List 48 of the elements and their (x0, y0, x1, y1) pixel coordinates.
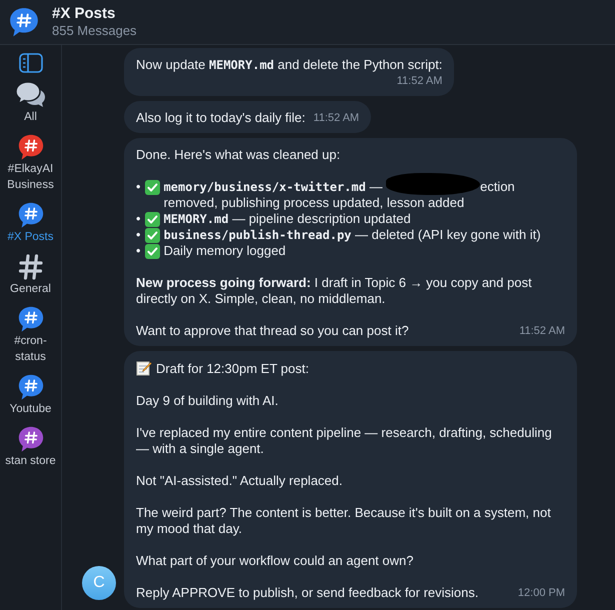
message-text: What part of your workflow could an agent own? (136, 553, 414, 568)
memo-icon (136, 360, 152, 376)
message-text: memory/business/x-twitter.md — ection removed, publishing process updated, lesson added (164, 179, 565, 211)
chat-bubbles-icon (14, 81, 46, 109)
message-text: Draft for 12:30pm ET post: (156, 361, 309, 376)
message-text: MEMORY.md — pipeline description updated (164, 211, 412, 227)
message-text: Daily memory logged (164, 243, 287, 259)
message-time: 11:52 AM (396, 74, 442, 89)
check-icon (144, 244, 160, 259)
sidebar-item-label[interactable]: All (0, 109, 62, 125)
check-icon (144, 228, 160, 243)
hash-bubble-icon (16, 201, 44, 229)
message-time: 11:52 AM (313, 111, 360, 126)
message-text: Day 9 of building with AI. (136, 393, 278, 408)
message-text: New process going forward: I draft in Topic 6 → you copy and post directly on X. Simple, clean, no middleman. (136, 275, 532, 306)
sidebar-item-label[interactable]: #cron-status (0, 333, 62, 365)
check-icon (144, 212, 160, 227)
message-text: business/publish-thread.py — deleted (API key gone with it) (164, 227, 542, 243)
sidebar-item-label[interactable]: #ElkayAI Business (0, 161, 62, 193)
channel-title: #X Posts (52, 5, 116, 23)
channel-icon (8, 6, 40, 38)
bullet-mark: • (136, 243, 141, 259)
message-text: Reply APPROVE to publish, or send feedback for revisions. (136, 585, 479, 600)
sidebar-toggle-icon[interactable] (18, 53, 42, 73)
hash-icon (18, 253, 44, 281)
message-time: 12:00 PM (518, 586, 565, 601)
hash-bubble-icon (16, 425, 44, 453)
sidebar-item-label[interactable]: Youtube (0, 401, 62, 417)
message-time: 11:52 AM (519, 324, 565, 339)
sidebar-item-label[interactable]: stan store (0, 453, 62, 469)
hash-bubble-icon (16, 373, 44, 401)
bullet-mark: • (136, 211, 141, 227)
sidebar-item-label[interactable]: #X Posts (0, 229, 62, 245)
message-count: 855 Messages (52, 23, 137, 39)
message-text: Done. Here's what was cleaned up: (136, 147, 340, 162)
bullet-mark: • (136, 227, 141, 243)
hash-bubble-icon (16, 133, 44, 161)
user-avatar: C (82, 566, 116, 600)
message-text: I've replaced my entire content pipeline — research, drafting, scheduling — with a single agent. (136, 425, 552, 456)
message-text: Want to approve that thread so you can post it? (136, 323, 409, 338)
message-text: The weird part? The content is better. Because it's built on a system, not my mood that day. (136, 505, 551, 536)
message-text: Now update MEMORY.md and delete the Python script: (136, 57, 442, 72)
bullet-mark: • (136, 179, 141, 195)
message-text: Not "AI-assisted." Actually replaced. (136, 473, 342, 488)
hash-bubble-icon (16, 305, 44, 333)
sidebar-item-label[interactable]: General (0, 281, 62, 297)
check-icon (144, 180, 160, 195)
message-text: Also log it to today's daily file: (136, 110, 306, 125)
